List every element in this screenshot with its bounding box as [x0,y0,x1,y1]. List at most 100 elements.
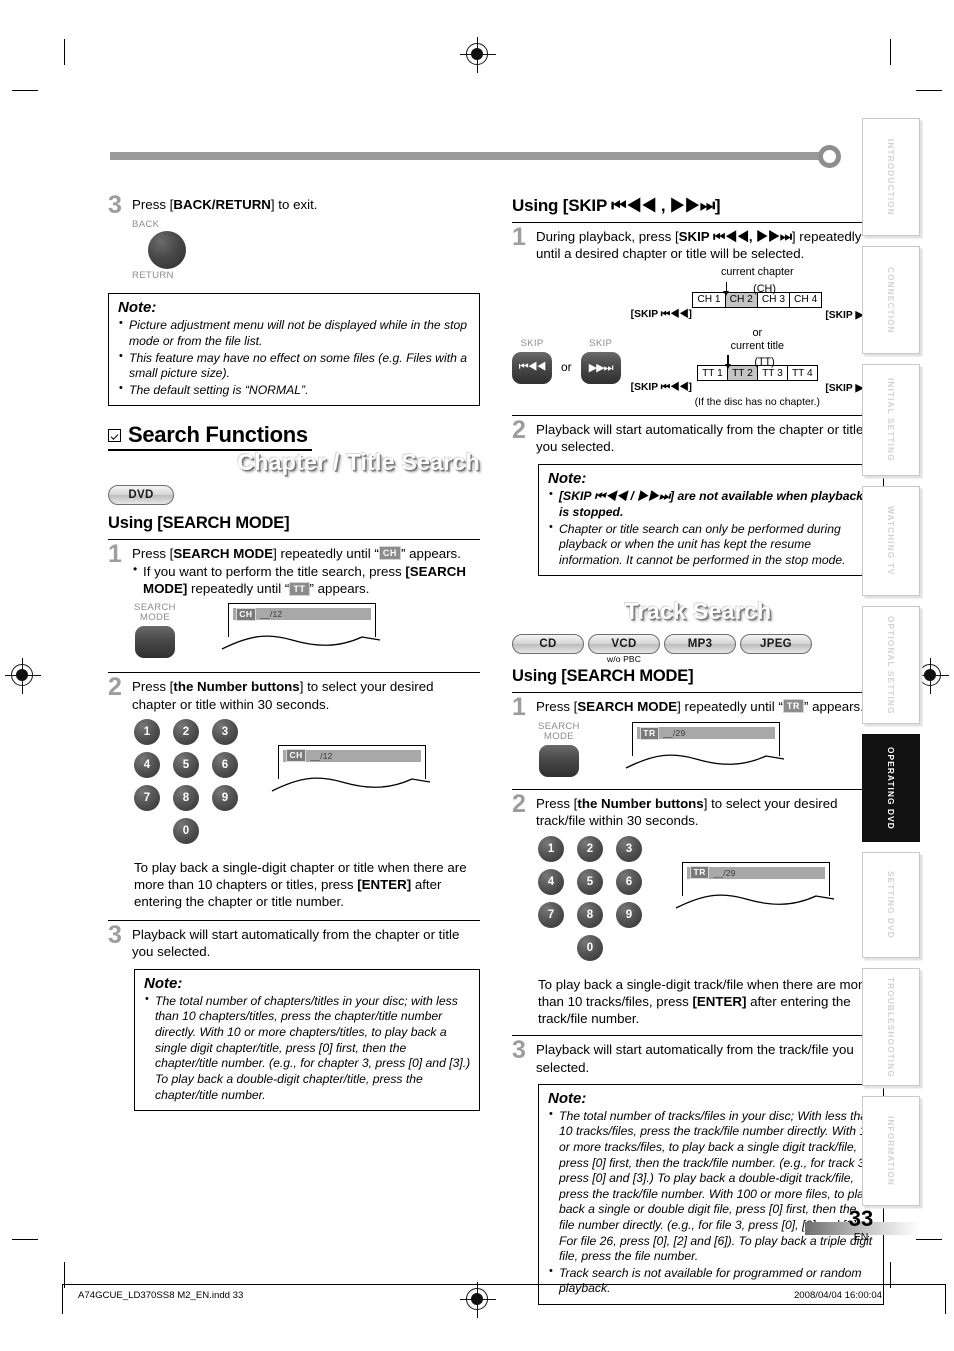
step-skip-2: 2 Playback will start automatically from… [512,417,884,455]
sidebar-item-introduction[interactable]: INTRODUCTION [862,118,920,236]
tab-label: OPERATING DVD [886,746,896,830]
key-5[interactable]: 5 [173,751,199,778]
header-rule [110,152,820,160]
t: Press [ [132,679,174,695]
heading-using-skip: Using [SKIP ⏮◀◀ , ▶▶⏭] [512,196,721,215]
search-mode-button-group: SEARCH MODE [538,722,580,778]
note-item: Picture adjustment menu will not be disp… [118,316,471,349]
title-cell: TT 4 [786,365,818,382]
note-title: Note: [548,1089,587,1107]
key-6[interactable]: 6 [616,868,642,895]
t: SEARCH MODE [577,698,678,714]
sidebar-item-operating-dvd[interactable]: OPERATING DVD [862,734,920,842]
note-title: Note: [118,299,157,317]
skip-back-button-group: SKIP ⏮◀◀ [512,338,552,384]
key-8[interactable]: 8 [173,784,199,811]
sidebar-item-troubleshooting[interactable]: TROUBLESHOOTING [862,968,920,1086]
badge-col: DVD [108,485,174,505]
key-4[interactable]: 4 [538,868,564,895]
crop-mark-tr-v [890,39,892,65]
key-8[interactable]: 8 [577,901,603,928]
tab-label: TROUBLESHOOTING [886,976,896,1078]
sidebar-item-initial-setting[interactable]: INITIAL SETTING [862,364,920,476]
bullet-item: If you want to perform the title search,… [132,562,480,597]
key-9[interactable]: 9 [212,784,238,811]
key-3[interactable]: 3 [212,718,238,745]
number-keypad: 1 2 3 4 5 6 7 8 9 0 [134,718,238,851]
t: Press [ [132,545,174,561]
footer-tick-left [62,1284,63,1314]
tv-screen-wave [221,635,380,650]
t: During playback, press [ [536,229,679,244]
tr-tag-icon: TR [690,866,710,880]
number-keypad: 1 2 3 4 5 6 7 8 9 0 [538,835,642,968]
t: the Number buttons [577,796,704,812]
tab-label: OPTIONAL SETTING [886,615,896,715]
skip-back-annotation: [SKIP ⏮◀◀] [630,382,692,394]
chapter-paren: (CH) [753,282,776,295]
key-7[interactable]: 7 [538,901,564,928]
page-language-code: EN [853,1231,869,1243]
t: If you want to perform the title search,… [143,564,406,580]
tr-tag-icon: TR [639,726,660,740]
crop-mark-tl-h [12,90,38,92]
step-track-search-1: 1 Press [SEARCH MODE] repeatedly until “… [512,694,884,719]
badge-col: VCD w/o PBC [588,634,660,664]
search-mode-label: SEARCH MODE [134,603,176,623]
t: SEARCH MODE [173,545,274,561]
back-return-button[interactable] [148,231,186,270]
note-chapter-total: Note: The total number of chapters/title… [134,968,480,1112]
key-3[interactable]: 3 [616,835,642,862]
section-search-functions: Search Functions Chapter / Title Search [108,422,480,476]
tab-label: INTRODUCTION [886,138,896,216]
search-mode-button[interactable] [538,745,579,778]
heading-using-search-mode-track: Using [SEARCH MODE] [512,666,694,685]
note-item: Chapter or title search can only be perf… [548,520,875,569]
t: the Number buttons [173,679,300,695]
manual-page: 3 Press [BACK/RETURN] to exit. BACK RETU… [0,0,954,1351]
skip-diagram: SKIP ⏮◀◀ or SKIP ▶▶⏭ current chapter (CH… [512,266,884,408]
skip-forward-button[interactable]: ▶▶⏭ [580,351,621,384]
tv-screen-wave [675,894,835,909]
search-mode-button[interactable] [134,626,175,659]
step-text: Press [BACK/RETURN] to exit. [132,196,480,213]
divider [512,789,884,791]
header-rule-knob [818,145,841,168]
key-9[interactable]: 9 [616,901,642,928]
key-7[interactable]: 7 [134,784,160,811]
key-0[interactable]: 0 [577,934,603,961]
key-2[interactable]: 2 [577,835,603,862]
track-step1-illustration: SEARCH MODE TR __/29 [538,722,884,778]
key-2[interactable]: 2 [173,718,199,745]
sidebar-item-information[interactable]: INFORMATION [862,1096,920,1206]
sidebar-item-connection[interactable]: CONNECTION [862,246,920,354]
note-item: [SKIP ⏮◀◀ / ▶▶⏭] are not available when … [548,487,875,520]
crop-mark-br-h [916,1239,942,1241]
key-4[interactable]: 4 [134,751,160,778]
sidebar-item-optional-setting[interactable]: OPTIONAL SETTING [862,606,920,724]
t: [ENTER] [692,993,747,1009]
t: [ENTER] [357,877,412,893]
osd-bar: CH __/12 [283,749,421,763]
step-number: 1 [512,223,526,251]
note-item: The default setting is “NORMAL”. [118,381,471,399]
note-list: [SKIP ⏮◀◀ / ▶▶⏭] are not available when … [548,487,875,569]
t: ] repeatedly until “ [273,545,379,561]
key-6[interactable]: 6 [212,751,238,778]
key-0[interactable]: 0 [173,817,199,844]
divider [108,919,480,921]
key-5[interactable]: 5 [577,868,603,895]
step-text: During playback, press [SKIP ⏮◀◀, ▶▶⏭] r… [536,228,884,262]
disc-badge-vcd: VCD [588,634,660,654]
sidebar-item-setting-dvd[interactable]: SETTING DVD [862,852,920,958]
key-1[interactable]: 1 [134,718,160,745]
tab-label: WATCHING TV [886,506,896,576]
registration-mark-left [5,658,41,694]
key-1[interactable]: 1 [538,835,564,862]
disc-badges-track: CD VCD w/o PBC MP3 JPEG [512,634,884,664]
left-column: 3 Press [BACK/RETURN] to exit. BACK RETU… [108,192,480,1112]
skip-back-button[interactable]: ⏮◀◀ [512,351,552,384]
sidebar-item-watching-tv[interactable]: WATCHING TV [862,486,920,596]
disc-badge-vcd-sub: w/o PBC [606,653,642,664]
footer-filename: A74GCUE_LD370SS8 M2_EN.indd 33 [78,1290,244,1301]
